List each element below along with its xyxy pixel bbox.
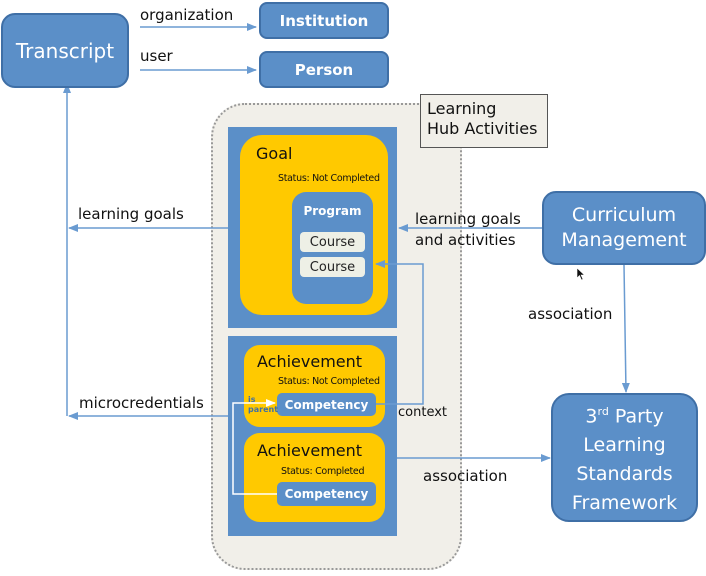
user-label: user <box>140 47 173 65</box>
lga-line2: and activities <box>415 231 516 249</box>
institution-node[interactable]: Institution <box>259 2 389 39</box>
microcredentials-label: microcredentials <box>79 394 204 412</box>
is-parent-bracket <box>232 399 277 495</box>
curriculum-management-node[interactable]: Curriculum Management <box>542 191 706 265</box>
person-node[interactable]: Person <box>259 51 389 88</box>
framework-line1: 3rd Party <box>585 404 664 428</box>
association-horizontal-label: association <box>423 467 508 485</box>
context-label: context <box>398 405 447 420</box>
person-label: Person <box>294 60 354 79</box>
lga-line1: learning goals <box>415 210 521 228</box>
framework-line4: Framework <box>571 492 678 515</box>
learning-goals-label: learning goals <box>78 205 184 223</box>
curriculum-line2: Management <box>561 229 687 251</box>
institution-label: Institution <box>279 11 369 30</box>
mouse-cursor-icon <box>577 268 586 281</box>
third-party-framework-node[interactable]: 3rd Party Learning Standards Framework <box>551 393 698 522</box>
organization-label: organization <box>140 6 234 24</box>
learning-goals-activities-label: learning goals and activities <box>415 209 521 251</box>
curriculum-line1: Curriculum <box>571 204 677 226</box>
transcript-node[interactable]: Transcript <box>1 13 129 88</box>
framework-line3: Standards <box>576 463 673 486</box>
context-arrow <box>375 260 424 405</box>
association-vertical-label: association <box>528 305 613 323</box>
association-vertical-arrow <box>621 264 630 393</box>
framework-line2: Learning <box>583 434 666 457</box>
transcript-label: Transcript <box>15 38 115 63</box>
